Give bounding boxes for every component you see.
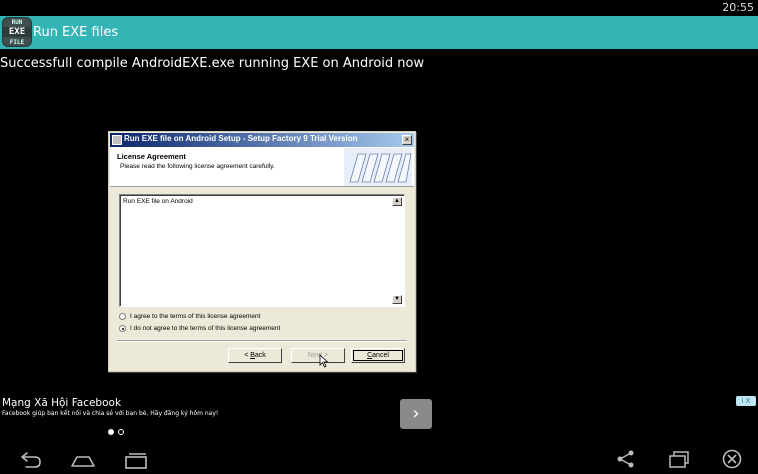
ad-page-dot bbox=[118, 429, 124, 435]
cancel-button[interactable]: Cancel bbox=[351, 348, 405, 363]
app-icon: RUN EXE FILE bbox=[2, 17, 32, 47]
license-textbox[interactable]: Run EXE file on Android ▲ ▼ bbox=[119, 194, 405, 307]
chevron-right-icon[interactable]: › bbox=[400, 399, 432, 429]
window-icon[interactable] bbox=[666, 448, 692, 470]
ad-choices-icon[interactable]: i X bbox=[736, 396, 756, 406]
back-button[interactable]: < Back bbox=[228, 348, 282, 363]
disagree-radio-option[interactable]: I do not agree to the terms of this lice… bbox=[119, 325, 280, 332]
disagree-radio-label: I do not agree to the terms of this lice… bbox=[130, 325, 281, 333]
action-bar: RUN EXE FILE Run EXE files bbox=[0, 16, 758, 49]
back-button-rest: ack bbox=[254, 352, 266, 359]
installer-window: Run EXE file on Android Setup - Setup Fa… bbox=[108, 131, 416, 372]
status-time: 20:55 bbox=[722, 1, 754, 14]
app-icon-line2: EXE bbox=[3, 27, 31, 37]
license-text: Run EXE file on Android bbox=[123, 198, 193, 205]
share-icon[interactable] bbox=[613, 448, 639, 470]
agree-radio-button[interactable] bbox=[119, 313, 126, 320]
back-icon[interactable] bbox=[17, 448, 43, 470]
agree-radio-label: I agree to the terms of this license agr… bbox=[130, 313, 261, 321]
wizard-header-subtitle: Please read the following license agreem… bbox=[120, 163, 275, 170]
close-circle-icon[interactable] bbox=[719, 448, 745, 470]
compile-message: Successfull compile AndroidEXE.exe runni… bbox=[0, 56, 425, 71]
window-titlebar[interactable]: Run EXE file on Android Setup - Setup Fa… bbox=[110, 133, 414, 147]
scroll-down-button[interactable]: ▼ bbox=[392, 295, 402, 304]
ad-title[interactable]: Mạng Xã Hội Facebook bbox=[2, 397, 121, 409]
app-title: Run EXE files bbox=[33, 25, 119, 40]
ad-page-indicator bbox=[108, 420, 128, 439]
button-separator bbox=[117, 340, 407, 342]
recent-apps-icon[interactable] bbox=[123, 448, 149, 470]
wizard-header-title: License Agreement bbox=[117, 152, 186, 161]
disagree-radio-button[interactable] bbox=[119, 325, 126, 332]
agree-radio-option[interactable]: I agree to the terms of this license agr… bbox=[119, 313, 260, 320]
setup-icon bbox=[112, 135, 122, 145]
app-icon-line3: FILE bbox=[9, 39, 25, 46]
window-close-button[interactable]: × bbox=[402, 135, 412, 145]
scroll-up-button[interactable]: ▲ bbox=[392, 197, 402, 206]
app-icon-line1: RUN bbox=[11, 19, 23, 26]
mouse-pointer-icon bbox=[319, 354, 329, 368]
next-button[interactable]: Next > bbox=[291, 348, 345, 363]
ad-description[interactable]: Facebook giúp bạn kết nối và chia sẻ với… bbox=[2, 410, 218, 417]
cancel-button-rest: ancel bbox=[372, 352, 389, 359]
navigation-bar bbox=[0, 444, 758, 474]
ad-page-dot-active bbox=[108, 429, 114, 435]
window-title: Run EXE file on Android Setup - Setup Fa… bbox=[124, 134, 358, 143]
keyboard-graphic-icon bbox=[344, 148, 412, 186]
home-icon[interactable] bbox=[70, 448, 96, 470]
status-bar: 20:55 bbox=[0, 0, 758, 16]
wizard-header: License Agreement Please read the follow… bbox=[110, 147, 414, 187]
